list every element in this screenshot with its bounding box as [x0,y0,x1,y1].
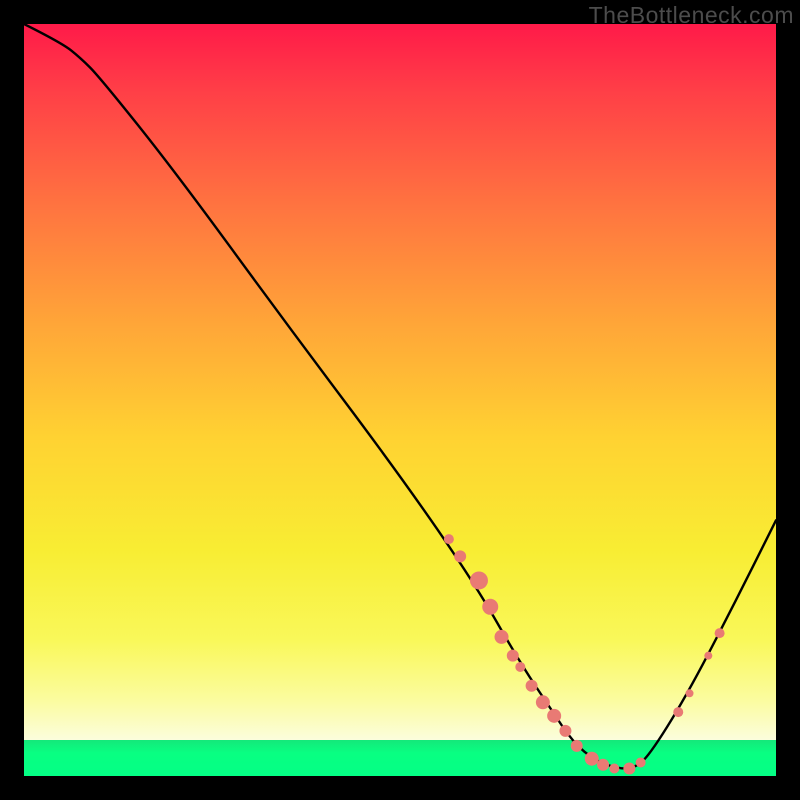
marker-dot [515,662,525,672]
marker-dot [597,759,609,771]
marker-dot [609,763,619,773]
chart-frame: TheBottleneck.com [0,0,800,800]
marker-dot [495,630,509,644]
marker-dot [507,650,519,662]
marker-dot [444,534,454,544]
plot-area [24,24,776,776]
marker-dot [623,762,635,774]
marker-dot [715,628,725,638]
marker-dot [686,689,694,697]
marker-dot [454,550,466,562]
marker-dot [547,709,561,723]
marker-dot [673,707,683,717]
marker-dot [482,599,498,615]
dots-svg [24,24,776,776]
marker-dot [704,652,712,660]
marker-dot [470,571,488,589]
marker-dot [636,757,646,767]
watermark-text: TheBottleneck.com [589,2,794,29]
marker-dot [536,695,550,709]
marker-dot [585,752,599,766]
marker-dot [526,680,538,692]
marker-group [444,534,725,774]
marker-dot [571,740,583,752]
marker-dot [559,725,571,737]
